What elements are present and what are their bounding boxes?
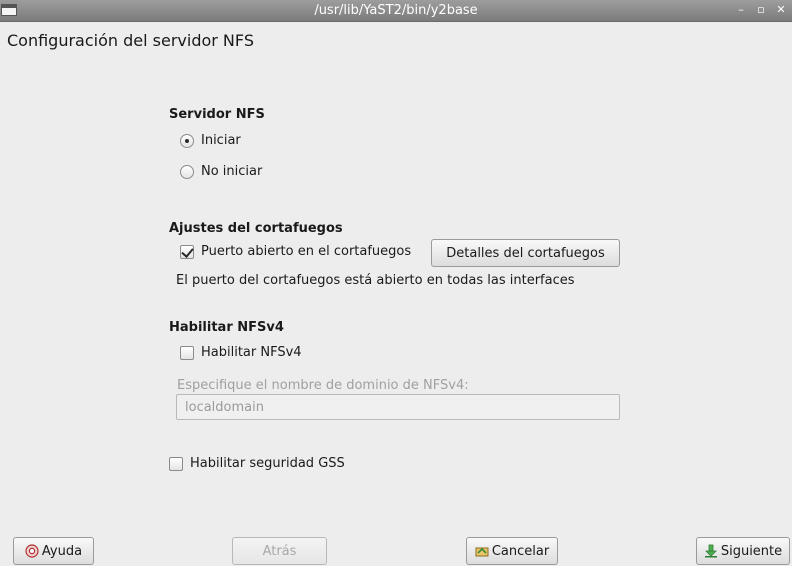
minimize-button[interactable]: – — [734, 3, 748, 17]
help-button[interactable]: Ayuda — [13, 537, 94, 565]
cancel-button-label: Cancelar — [491, 543, 550, 559]
nfsv4-section-heading: Habilitar NFSv4 — [169, 320, 284, 335]
open-port-checkbox-row[interactable]: Puerto abierto en el cortafuegos — [180, 244, 411, 259]
next-button-label: Siguiente — [720, 543, 783, 559]
gss-checkbox-row[interactable]: Habilitar seguridad GSS — [169, 456, 345, 471]
back-button[interactable]: Atrás — [232, 537, 327, 565]
open-port-checkbox[interactable] — [180, 244, 194, 259]
nfsv4-domain-label: Especifique el nombre de dominio de NFSv… — [177, 378, 469, 393]
cancel-button[interactable]: Cancelar — [466, 537, 558, 565]
radio-do-not-start-indicator[interactable] — [180, 164, 194, 179]
enable-nfsv4-checkbox[interactable] — [180, 345, 194, 360]
radio-start-label: Iniciar — [201, 133, 241, 148]
window-title: /usr/lib/YaST2/bin/y2base — [314, 3, 478, 18]
enable-nfsv4-label: Habilitar NFSv4 — [201, 345, 302, 360]
help-button-label: Ayuda — [41, 543, 83, 559]
close-button[interactable]: ✕ — [774, 3, 788, 17]
gss-label: Habilitar seguridad GSS — [190, 456, 345, 471]
next-icon — [704, 544, 718, 558]
maximize-button[interactable]: ▫ — [754, 3, 768, 17]
server-section-heading: Servidor NFS — [169, 107, 265, 122]
next-button[interactable]: Siguiente — [696, 537, 790, 565]
radio-start-indicator[interactable] — [180, 133, 194, 148]
open-port-label: Puerto abierto en el cortafuegos — [201, 244, 412, 259]
radio-do-not-start-label: No iniciar — [201, 164, 263, 179]
help-icon — [25, 544, 39, 558]
radio-start[interactable]: Iniciar — [180, 133, 241, 148]
enable-nfsv4-checkbox-row[interactable]: Habilitar NFSv4 — [180, 345, 302, 360]
nfsv4-domain-input[interactable] — [176, 394, 620, 420]
cancel-icon — [475, 544, 489, 558]
window-titlebar: /usr/lib/YaST2/bin/y2base – ▫ ✕ — [0, 0, 792, 22]
radio-do-not-start[interactable]: No iniciar — [180, 164, 262, 179]
firewall-status-text: El puerto del cortafuegos está abierto e… — [176, 273, 575, 288]
firewall-section-heading: Ajustes del cortafuegos — [169, 221, 343, 236]
page-title: Configuración del servidor NFS — [7, 31, 254, 50]
firewall-details-button[interactable]: Detalles del cortafuegos — [431, 239, 620, 267]
gss-checkbox[interactable] — [169, 456, 183, 471]
